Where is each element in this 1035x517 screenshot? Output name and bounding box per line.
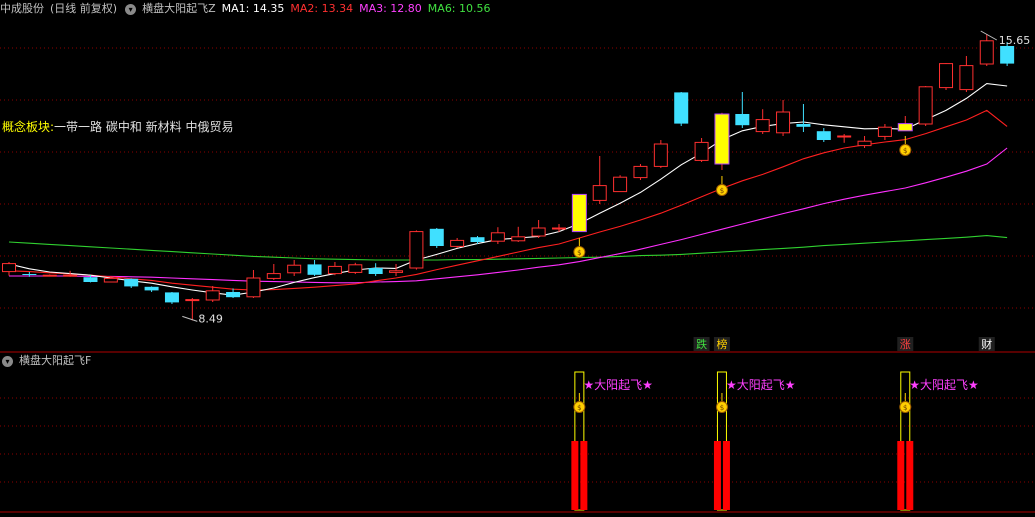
event-marker[interactable]: 涨 xyxy=(900,338,911,351)
candle-up[interactable] xyxy=(918,86,933,125)
candle-up[interactable] xyxy=(511,236,526,242)
candle-down[interactable] xyxy=(816,131,831,140)
signal-bar xyxy=(897,441,905,510)
event-marker[interactable]: 财 xyxy=(981,337,992,351)
chevron-down-icon[interactable]: ▾ xyxy=(125,3,137,15)
candle-up[interactable] xyxy=(531,227,546,237)
candle-down[interactable] xyxy=(1000,46,1015,64)
candle-up[interactable] xyxy=(653,143,668,167)
candle-up[interactable] xyxy=(450,239,465,247)
candle-up[interactable] xyxy=(185,299,200,302)
candle-down[interactable] xyxy=(124,278,139,287)
money-bag-icon-glyph: $ xyxy=(577,249,581,257)
candle-up[interactable] xyxy=(592,185,607,201)
money-bag-icon-glyph: $ xyxy=(903,147,907,155)
signal-candle[interactable] xyxy=(714,113,730,165)
candle-up[interactable] xyxy=(327,265,342,275)
candle-up[interactable] xyxy=(266,273,281,279)
candle-up[interactable] xyxy=(633,165,648,179)
sub-panel: $ ★大阳起飞★ $ ★大阳起飞★ $ ★大阳起飞★ xyxy=(571,371,979,511)
sub-indicator-name[interactable]: 横盘大阳起飞F xyxy=(19,352,91,370)
concept-value: 一带一路 碳中和 新材料 中俄贸易 xyxy=(54,120,234,134)
signal-bar xyxy=(722,441,730,510)
candle-down[interactable] xyxy=(735,114,750,126)
candle-up[interactable] xyxy=(939,63,954,89)
signal-label: ★大阳起飞★ xyxy=(583,378,653,392)
candle-up[interactable] xyxy=(694,141,709,161)
signal-bar xyxy=(906,441,914,510)
signal-bar xyxy=(571,441,579,510)
signal-label: ★大阳起飞★ xyxy=(726,378,796,392)
candle-up[interactable] xyxy=(877,126,892,137)
signal-candle[interactable] xyxy=(571,193,587,233)
candle-up[interactable] xyxy=(959,65,974,91)
signal-bar xyxy=(713,441,721,510)
money-bag-icon-glyph: $ xyxy=(903,404,907,412)
candle-up[interactable] xyxy=(2,263,16,273)
candle-up[interactable] xyxy=(63,274,78,277)
ma6-label: MA6: 10.56 xyxy=(427,2,491,15)
ma1-label: MA1: 14.35 xyxy=(221,2,285,15)
concept-key: 概念板块: xyxy=(2,120,55,134)
high-price-label: 15.65 xyxy=(999,34,1031,47)
candle-down[interactable] xyxy=(674,92,689,124)
indicator-name[interactable]: 横盘大阳起飞Z xyxy=(142,0,216,18)
candle-up[interactable] xyxy=(246,277,261,298)
grid-lines xyxy=(0,18,1035,513)
candle-down[interactable] xyxy=(144,286,159,291)
candle-up[interactable] xyxy=(103,277,118,283)
candle-down[interactable] xyxy=(368,268,383,274)
candle-down[interactable] xyxy=(22,274,37,275)
candle-up[interactable] xyxy=(389,270,404,273)
candle-up[interactable] xyxy=(551,227,566,230)
candle-up[interactable] xyxy=(613,176,628,193)
ma2-label: MA2: 13.34 xyxy=(290,2,354,15)
money-bag-icon-glyph: $ xyxy=(720,404,724,412)
candle-down[interactable] xyxy=(164,292,179,303)
chart-canvas[interactable]: $ $ $ 15.65 8.49 跌榜 涨 财 $ ★大阳起飞★ $ ★大阳起飞★ $ ★大阳起飞★ xyxy=(0,0,1035,517)
candle-down[interactable] xyxy=(429,228,444,246)
candle-up[interactable] xyxy=(42,274,57,277)
signal-candle[interactable] xyxy=(897,123,913,132)
candle-up[interactable] xyxy=(857,140,872,147)
ma3-label: MA3: 12.80 xyxy=(359,2,422,15)
candle-down[interactable] xyxy=(796,124,811,127)
candle-up[interactable] xyxy=(348,264,363,273)
candle-up[interactable] xyxy=(755,119,770,133)
main-panel-bg xyxy=(0,18,1035,352)
candle-down[interactable] xyxy=(83,277,98,282)
candle-up[interactable] xyxy=(837,135,852,138)
main-header: 中成股份 (日线 前复权) ▾ 横盘大阳起飞Z MA1: 14.35 MA2: … xyxy=(0,0,497,18)
candle-up[interactable] xyxy=(287,264,302,274)
sub-header: ▾ 横盘大阳起飞F xyxy=(0,352,97,370)
period-label: (日线 前复权) xyxy=(50,2,118,15)
candle-up[interactable] xyxy=(979,40,994,65)
event-marker[interactable]: 榜 xyxy=(716,337,727,351)
candle-up[interactable] xyxy=(409,231,424,269)
low-price-label: 8.49 xyxy=(198,312,223,325)
money-bag-icon-glyph: $ xyxy=(577,404,581,412)
signal-bar xyxy=(580,441,588,510)
candle-down[interactable] xyxy=(470,237,485,242)
concept-sector: 概念板块:一带一路 碳中和 新材料 中俄贸易 xyxy=(2,118,234,135)
event-marker[interactable]: 跌 xyxy=(696,337,707,351)
candle-up[interactable] xyxy=(490,232,505,242)
signal-label: ★大阳起飞★ xyxy=(909,378,979,392)
money-bag-icon-glyph: $ xyxy=(720,187,724,195)
candle-up[interactable] xyxy=(776,111,791,134)
chevron-down-icon[interactable]: ▾ xyxy=(2,355,13,367)
candle-down[interactable] xyxy=(307,264,322,275)
stock-name[interactable]: 中成股份 xyxy=(0,0,44,18)
candle-down[interactable] xyxy=(226,292,241,298)
candle-up[interactable] xyxy=(205,290,220,301)
